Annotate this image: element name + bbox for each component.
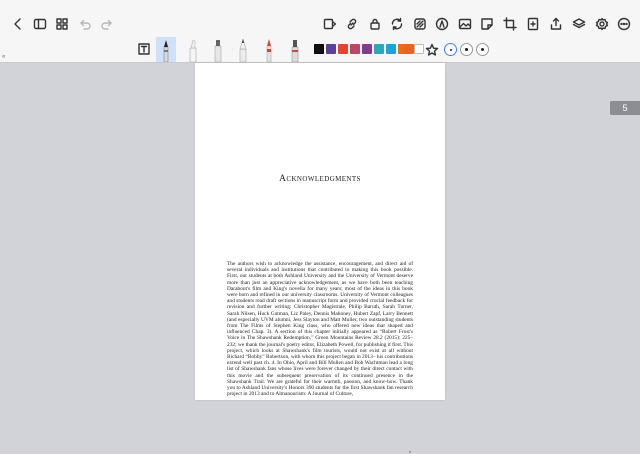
color-swatch-teal[interactable] — [374, 44, 384, 54]
color-swatch-black[interactable] — [314, 44, 324, 54]
page-heading: Acknowledgments — [279, 174, 361, 184]
page-footer-number: v — [409, 449, 412, 454]
fountain-pen-tool[interactable] — [156, 37, 176, 62]
layers-icon[interactable] — [571, 16, 587, 32]
stroke-size-large[interactable] — [476, 43, 489, 56]
red-pen-tool[interactable] — [259, 37, 279, 62]
acknowledgments-body: The authors wish to acknowledge the assi… — [227, 261, 414, 398]
image-icon[interactable] — [457, 16, 473, 32]
stroke-size-small[interactable] — [444, 43, 457, 56]
lasso-icon — [291, 40, 299, 62]
fountain-pen-icon — [163, 40, 169, 62]
text-tool-icon[interactable] — [136, 41, 152, 57]
color-swatch-white[interactable] — [414, 44, 424, 54]
page-number-badge: 5 — [610, 101, 640, 115]
highlighter-tool[interactable] — [183, 37, 203, 62]
reader-mode-icon[interactable] — [322, 16, 338, 32]
color-swatch-dark-orange[interactable] — [404, 44, 414, 54]
marker-tool[interactable] — [208, 37, 228, 62]
crop-icon[interactable] — [502, 16, 518, 32]
more-options-icon[interactable] — [616, 16, 632, 32]
color-swatch-red[interactable] — [338, 44, 348, 54]
color-swatch-purple[interactable] — [326, 44, 336, 54]
undo-icon[interactable] — [77, 16, 93, 32]
lock-icon[interactable] — [367, 16, 383, 32]
brush-tool[interactable] — [233, 37, 253, 62]
color-swatch-rose[interactable] — [350, 44, 360, 54]
color-swatch-violet[interactable] — [362, 44, 372, 54]
color-swatch-blue[interactable] — [386, 44, 396, 54]
lasso-tool[interactable] — [285, 37, 305, 62]
document-page[interactable]: Acknowledgments The authors wish to ackn… — [195, 63, 445, 454]
collapse-toolbar-icon[interactable]: « — [2, 54, 5, 60]
link-icon[interactable] — [344, 16, 360, 32]
favorite-star-icon[interactable] — [424, 42, 440, 58]
settings-gear-icon[interactable] — [594, 16, 610, 32]
share-icon[interactable] — [548, 16, 564, 32]
highlighter-icon — [189, 39, 197, 62]
stroke-size-medium[interactable] — [460, 43, 473, 56]
sticker-icon[interactable] — [479, 16, 495, 32]
refresh-icon[interactable] — [389, 16, 405, 32]
pen-circle-icon[interactable] — [434, 16, 450, 32]
brush-icon — [239, 38, 247, 62]
pattern-icon[interactable] — [412, 16, 428, 32]
sidebar-toggle-icon[interactable] — [32, 16, 48, 32]
red-pen-icon — [266, 39, 272, 62]
marker-icon — [214, 40, 222, 62]
back-chevron-icon[interactable] — [10, 16, 26, 32]
add-page-icon[interactable] — [525, 16, 541, 32]
grid-view-icon[interactable] — [54, 16, 70, 32]
redo-icon[interactable] — [99, 16, 115, 32]
